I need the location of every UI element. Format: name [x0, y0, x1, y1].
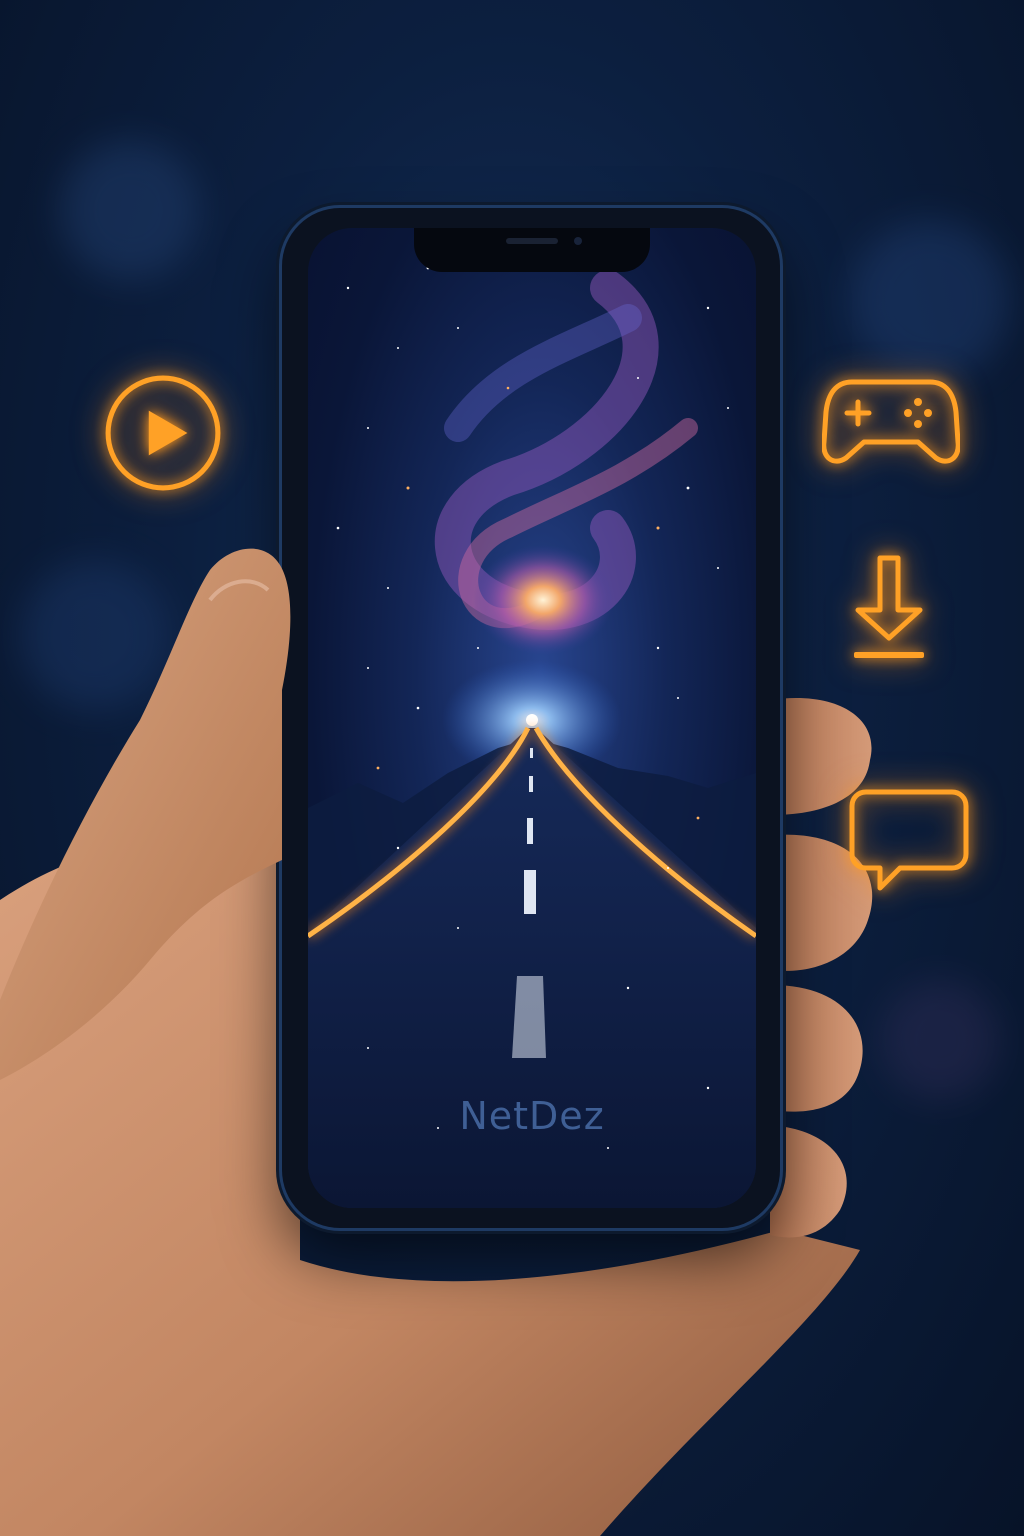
phone-notch	[414, 228, 650, 272]
gamepad-icon[interactable]	[821, 372, 961, 470]
front-camera	[574, 237, 582, 245]
galaxy-road-wallpaper	[308, 266, 756, 1208]
brand-name: NetDez	[459, 1094, 605, 1138]
speaker-grille	[506, 238, 558, 244]
download-icon[interactable]	[848, 552, 930, 664]
smartphone: NetDez	[282, 208, 780, 1228]
play-icon[interactable]	[102, 372, 224, 494]
chat-bubble-icon[interactable]	[848, 786, 970, 894]
phone-screen[interactable]: NetDez	[308, 228, 756, 1208]
